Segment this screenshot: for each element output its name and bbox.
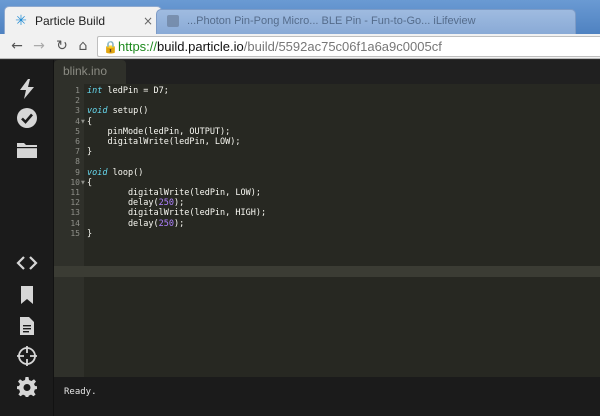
- line-number: 10: [70, 177, 80, 187]
- line-number: 2: [75, 96, 80, 106]
- code-token: }: [87, 147, 93, 158]
- code-line: digitalWrite(ledPin, LOW);: [87, 137, 241, 147]
- code-token: }: [87, 228, 93, 239]
- code-token: digitalWrite(ledPin, LOW);: [87, 188, 261, 198]
- code-token: );: [174, 198, 185, 209]
- verify-icon[interactable]: [14, 105, 40, 131]
- tab-title: Particle Build: [35, 14, 106, 28]
- tab-title: ...Photon Pin-Pong Micro... BLE Pin - Fu…: [187, 15, 476, 27]
- line-number: 9: [75, 167, 80, 177]
- line-number: 5: [75, 126, 80, 136]
- code-token: {: [87, 177, 93, 188]
- line-number: 4: [75, 116, 80, 126]
- code-token: pinMode(ledPin, OUTPUT);: [87, 126, 231, 137]
- url-path: /build/5592ac75c06f1a6a9c0005cf: [243, 39, 442, 54]
- code-line: delay(250);: [87, 219, 184, 229]
- line-number: 12: [70, 198, 80, 208]
- code-line: digitalWrite(ledPin, HIGH);: [87, 208, 266, 218]
- browser-tab-particle-build[interactable]: ✳ Particle Build ×: [4, 6, 162, 34]
- particle-logo-icon: ✳: [15, 13, 27, 29]
- code-token: int: [87, 86, 103, 96]
- code-line: void loop(): [87, 168, 143, 178]
- file-tab-bar: [54, 60, 600, 84]
- close-tab-icon[interactable]: ×: [143, 14, 153, 28]
- tab-favicon-icon: [167, 15, 179, 27]
- back-icon[interactable]: ←: [8, 37, 26, 55]
- fold-toggle-icon[interactable]: ▼: [81, 117, 85, 127]
- code-token: setup(): [107, 106, 149, 117]
- browser-tab-strip: ✳ Particle Build × ...Photon Pin-Pong Mi…: [0, 0, 600, 34]
- file-tab-label: blink.ino: [63, 64, 108, 78]
- url-text: https://build.particle.io/build/5592ac75…: [118, 39, 442, 55]
- code-line: void setup(): [87, 106, 148, 116]
- line-number: 8: [75, 157, 80, 167]
- line-number: 13: [70, 208, 80, 218]
- code-line: int ledPin = D7;: [87, 86, 169, 96]
- document-icon[interactable]: [14, 313, 40, 339]
- code-token: digitalWrite(ledPin, LOW);: [87, 137, 241, 147]
- code-token: void: [87, 106, 108, 117]
- code-token: ledPin = D7;: [102, 86, 169, 96]
- line-number: 1: [75, 86, 80, 95]
- bookmark-icon[interactable]: [14, 282, 40, 308]
- home-icon[interactable]: ⌂: [74, 37, 92, 55]
- code-line: }: [87, 229, 92, 239]
- code-line: {: [87, 178, 92, 188]
- code-token: 250: [158, 218, 175, 229]
- folder-icon[interactable]: [14, 137, 40, 163]
- code-line: delay(250);: [87, 198, 184, 208]
- code-line: }: [87, 147, 92, 157]
- code-icon[interactable]: [14, 250, 40, 276]
- code-line: {: [87, 117, 92, 127]
- code-token: delay(: [87, 198, 159, 209]
- line-number: 6: [75, 137, 80, 146]
- code-token: {: [87, 116, 93, 127]
- sidebar: [0, 60, 54, 416]
- code-token: );: [174, 218, 185, 229]
- crosshair-icon[interactable]: [14, 343, 40, 369]
- console-status: Ready.: [64, 387, 97, 397]
- url-scheme: https://: [118, 39, 158, 54]
- browser-toolbar: ← → ↻ ⌂ 🔒 https://build.particle.io/buil…: [0, 34, 600, 59]
- code-token: digitalWrite(ledPin, HIGH);: [87, 208, 267, 219]
- code-token: void: [87, 167, 108, 178]
- line-number: 15: [70, 228, 80, 238]
- flash-icon[interactable]: [14, 76, 40, 102]
- current-line-highlight: [54, 266, 600, 277]
- line-number: 11: [70, 188, 80, 197]
- line-number: 14: [70, 218, 80, 228]
- code-token: loop(): [107, 167, 144, 178]
- fold-toggle-icon[interactable]: ▼: [81, 178, 85, 188]
- reload-icon[interactable]: ↻: [53, 37, 71, 55]
- code-token: delay(: [87, 218, 159, 229]
- address-bar[interactable]: 🔒 https://build.particle.io/build/5592ac…: [97, 36, 600, 57]
- browser-tab-inactive[interactable]: ...Photon Pin-Pong Micro... BLE Pin - Fu…: [156, 9, 576, 34]
- code-token: 250: [158, 198, 175, 209]
- gear-icon[interactable]: [14, 374, 40, 400]
- particle-build-app: blink.ino 1 int ledPin = D7; 2 3 void setup(…: [0, 60, 600, 416]
- url-host: build.particle.io: [157, 39, 244, 54]
- forward-icon[interactable]: →: [30, 37, 48, 55]
- code-line: digitalWrite(ledPin, LOW);: [87, 188, 261, 198]
- editor-area: blink.ino 1 int ledPin = D7; 2 3 void setup(…: [54, 60, 600, 416]
- file-tab-blink[interactable]: blink.ino: [54, 60, 126, 84]
- line-number: 3: [75, 106, 80, 116]
- code-line: pinMode(ledPin, OUTPUT);: [87, 127, 230, 137]
- line-number: 7: [75, 147, 80, 157]
- lock-icon: 🔒: [103, 40, 118, 54]
- console-panel: Ready.: [54, 377, 600, 416]
